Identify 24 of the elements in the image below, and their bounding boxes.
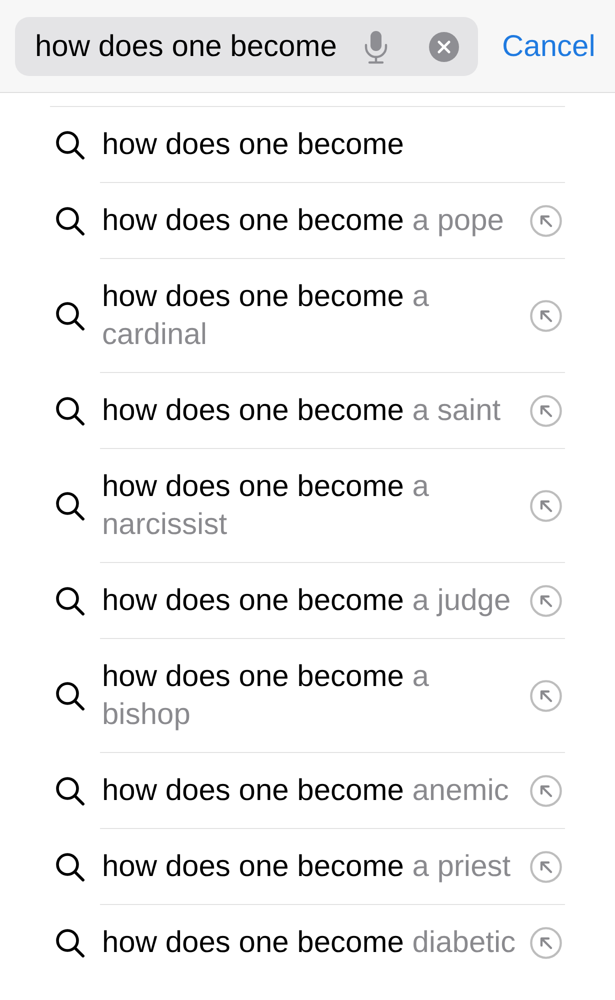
suggestion-text[interactable]: how does one become a judge [102,582,520,620]
search-field[interactable]: how does one become [15,17,478,76]
suggestion-text[interactable]: how does one become a priest [102,848,520,886]
search-icon [55,852,85,882]
suggestion-text[interactable]: how does one become anemic [102,772,520,810]
search-icon [55,491,85,521]
search-icon [55,681,85,711]
suggestion-text[interactable]: how does one become a cardinal [102,278,520,354]
search-icon [55,928,85,958]
search-icon [55,130,85,160]
search-icon [55,586,85,616]
search-icon [55,776,85,806]
suggestion-text[interactable]: how does one become a bishop [102,658,520,734]
suggestion-text[interactable]: how does one become a narcissist [102,468,520,544]
cancel-button[interactable]: Cancel [502,30,596,64]
suggestion-text[interactable]: how does one become a saint [102,392,520,430]
suggestion-text[interactable]: how does one become diabetic [102,924,520,962]
search-icon [55,396,85,426]
suggestion-text[interactable]: how does one become a pope [102,202,520,240]
clear-icon[interactable] [429,32,459,62]
search-icon [55,301,85,331]
search-icon [55,206,85,236]
suggestion-text[interactable]: how does one become [102,126,520,164]
microphone-icon[interactable] [363,30,389,64]
